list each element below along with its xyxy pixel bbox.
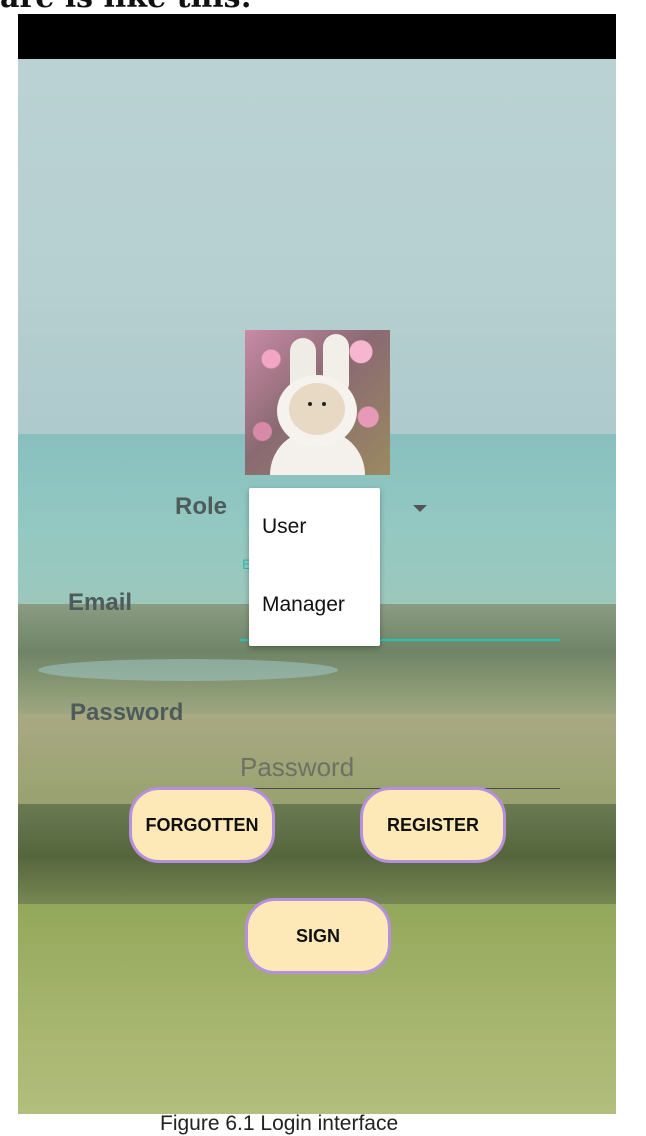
bunny-face	[289, 383, 345, 435]
figure-caption: Figure 6.1 Login interface	[160, 1112, 399, 1135]
marsh-water	[38, 659, 338, 681]
dropdown-item-user[interactable]: User	[262, 515, 306, 539]
forgotten-button[interactable]: FORGOTTEN	[129, 787, 275, 863]
role-label: Role	[175, 493, 228, 520]
background-landscape: Role E Email Password FORGOTTEN REGISTER…	[18, 59, 616, 1114]
bushes	[18, 804, 616, 909]
role-dropdown-arrow-icon[interactable]	[413, 505, 427, 512]
email-label: Email	[68, 589, 133, 616]
bunny-eye-left	[308, 402, 312, 406]
password-label: Password	[70, 699, 184, 726]
sign-button[interactable]: SIGN	[245, 898, 391, 974]
avatar-image	[245, 330, 390, 475]
status-bar	[18, 14, 616, 59]
register-button[interactable]: REGISTER	[360, 787, 506, 863]
bunny-eye-right	[322, 402, 326, 406]
dropdown-item-manager[interactable]: Manager	[262, 593, 345, 617]
role-dropdown-menu: User Manager	[249, 488, 380, 646]
password-input[interactable]	[240, 749, 560, 785]
phone-screen: Role E Email Password FORGOTTEN REGISTER…	[18, 14, 616, 1114]
